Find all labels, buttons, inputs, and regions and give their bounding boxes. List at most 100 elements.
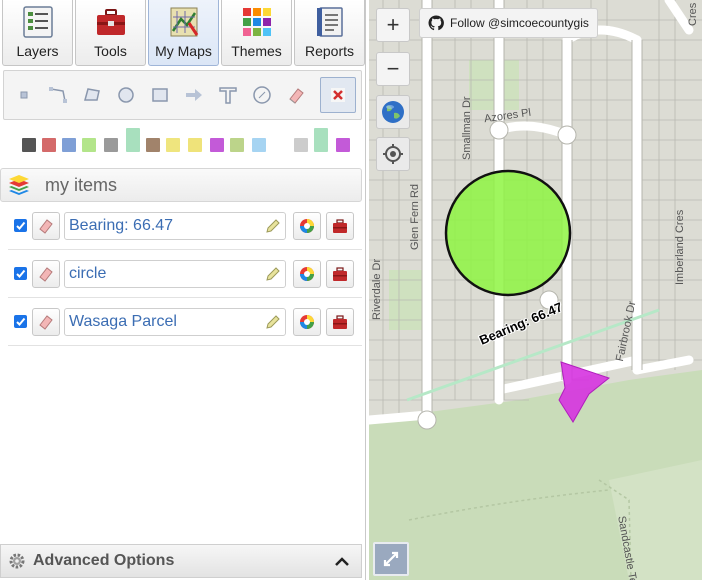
color-swatch[interactable] <box>314 128 328 152</box>
color-swatch[interactable] <box>210 138 224 152</box>
zoom-out-button[interactable]: − <box>376 52 410 86</box>
check-icon <box>16 317 26 326</box>
color-swatch[interactable] <box>294 138 308 152</box>
arrow-tool[interactable] <box>176 77 212 113</box>
gear-icon <box>9 553 25 569</box>
main-tabs: Layers Tools My Maps Themes Reports <box>0 0 366 66</box>
github-icon <box>428 15 444 31</box>
map-canvas <box>369 0 702 580</box>
visibility-checkbox[interactable] <box>14 315 27 328</box>
bearing-tool[interactable] <box>244 77 280 113</box>
expand-map-button[interactable] <box>373 542 409 576</box>
check-icon <box>16 221 26 230</box>
street-label: Cres <box>687 2 699 26</box>
arrow-icon <box>186 89 202 101</box>
point-tool[interactable] <box>6 77 42 113</box>
toolbox-icon <box>96 9 125 35</box>
layers-stack-icon <box>9 175 29 195</box>
github-follow-label: Follow @simcoecountygis <box>450 16 589 30</box>
tab-reports[interactable]: Reports <box>294 0 365 66</box>
locate-me-button[interactable] <box>376 137 410 171</box>
visibility-checkbox[interactable] <box>14 219 27 232</box>
erase-item-button[interactable] <box>32 212 60 240</box>
zoom-in-button[interactable]: + <box>376 8 410 42</box>
rectangle-icon <box>152 88 168 102</box>
my-items-header: my items <box>0 168 362 202</box>
my-items-title: my items <box>45 174 117 195</box>
pencil-icon[interactable] <box>264 313 282 331</box>
eraser-icon <box>289 88 304 104</box>
color-swatch[interactable] <box>42 138 56 152</box>
chevron-up-icon[interactable] <box>333 553 351 571</box>
eraser-tool[interactable] <box>278 77 314 113</box>
color-wheel-icon <box>300 315 314 329</box>
github-follow-button[interactable]: Follow @simcoecountygis <box>419 8 598 38</box>
tab-my-maps[interactable]: My Maps <box>148 0 219 66</box>
rectangle-tool[interactable] <box>142 77 178 113</box>
drawn-circle <box>444 169 572 297</box>
item-color-button[interactable] <box>293 308 321 336</box>
street-label: Glen Fern Rd <box>409 183 421 250</box>
delete-x-icon <box>331 88 345 102</box>
item-color-button[interactable] <box>293 212 321 240</box>
pencil-icon[interactable] <box>264 265 282 283</box>
map-view[interactable]: Azores Pl Smallman Dr Glen Fern Rd River… <box>369 0 702 580</box>
list-item <box>8 252 362 298</box>
tab-tools[interactable]: Tools <box>75 0 146 66</box>
line-icon <box>49 87 67 103</box>
pencil-icon[interactable] <box>264 217 282 235</box>
toolbox-icon <box>333 267 347 281</box>
eraser-icon <box>39 315 53 330</box>
color-swatch[interactable] <box>166 138 180 152</box>
color-swatch[interactable] <box>336 138 350 152</box>
tab-themes[interactable]: Themes <box>221 0 292 66</box>
item-tools-button[interactable] <box>326 260 354 288</box>
advanced-options-bar[interactable]: Advanced Options <box>0 544 362 578</box>
color-swatch[interactable] <box>104 138 118 152</box>
polygon-tool[interactable] <box>74 77 110 113</box>
app-window: Layers Tools My Maps Themes Reports my i… <box>0 0 702 580</box>
tab-layers[interactable]: Layers <box>2 0 73 66</box>
street-label: Smallman Dr <box>461 96 473 160</box>
text-icon <box>219 87 237 104</box>
advanced-options-label: Advanced Options <box>33 552 175 569</box>
color-swatch[interactable] <box>22 138 36 152</box>
item-color-button[interactable] <box>293 260 321 288</box>
erase-item-button[interactable] <box>32 308 60 336</box>
color-swatch[interactable] <box>252 138 266 152</box>
color-swatch[interactable] <box>82 138 96 152</box>
color-swatch[interactable] <box>230 138 244 152</box>
compass-icon <box>253 86 271 104</box>
circle-tool[interactable] <box>108 77 144 113</box>
toolbox-icon <box>333 219 347 233</box>
crosshair-icon <box>383 144 403 164</box>
palette-grid-icon <box>242 8 271 36</box>
toolbox-icon <box>333 315 347 329</box>
item-name-input[interactable] <box>64 212 286 240</box>
color-wheel-icon <box>300 267 314 281</box>
check-icon <box>16 269 26 278</box>
street-label: Imberland Cres <box>674 209 686 285</box>
erase-item-button[interactable] <box>32 260 60 288</box>
item-tools-button[interactable] <box>326 308 354 336</box>
delete-tool[interactable] <box>320 77 356 113</box>
list-item <box>8 300 362 346</box>
color-swatch[interactable] <box>62 138 76 152</box>
item-name-input[interactable] <box>64 308 286 336</box>
expand-arrows-icon <box>383 551 399 567</box>
color-swatches <box>0 126 366 156</box>
side-panel: Layers Tools My Maps Themes Reports my i… <box>0 0 366 580</box>
visibility-checkbox[interactable] <box>14 267 27 280</box>
line-tool[interactable] <box>40 77 76 113</box>
color-swatch[interactable] <box>146 138 160 152</box>
color-swatch[interactable] <box>188 138 202 152</box>
list-item <box>8 204 362 250</box>
basemap-globe-button[interactable] <box>376 95 410 129</box>
tab-layers-label: Layers <box>16 43 59 59</box>
item-name-input[interactable] <box>64 260 286 288</box>
point-icon <box>20 91 28 99</box>
drawing-toolbar <box>3 70 362 120</box>
text-tool[interactable] <box>210 77 246 113</box>
item-tools-button[interactable] <box>326 212 354 240</box>
color-swatch[interactable] <box>126 128 140 152</box>
